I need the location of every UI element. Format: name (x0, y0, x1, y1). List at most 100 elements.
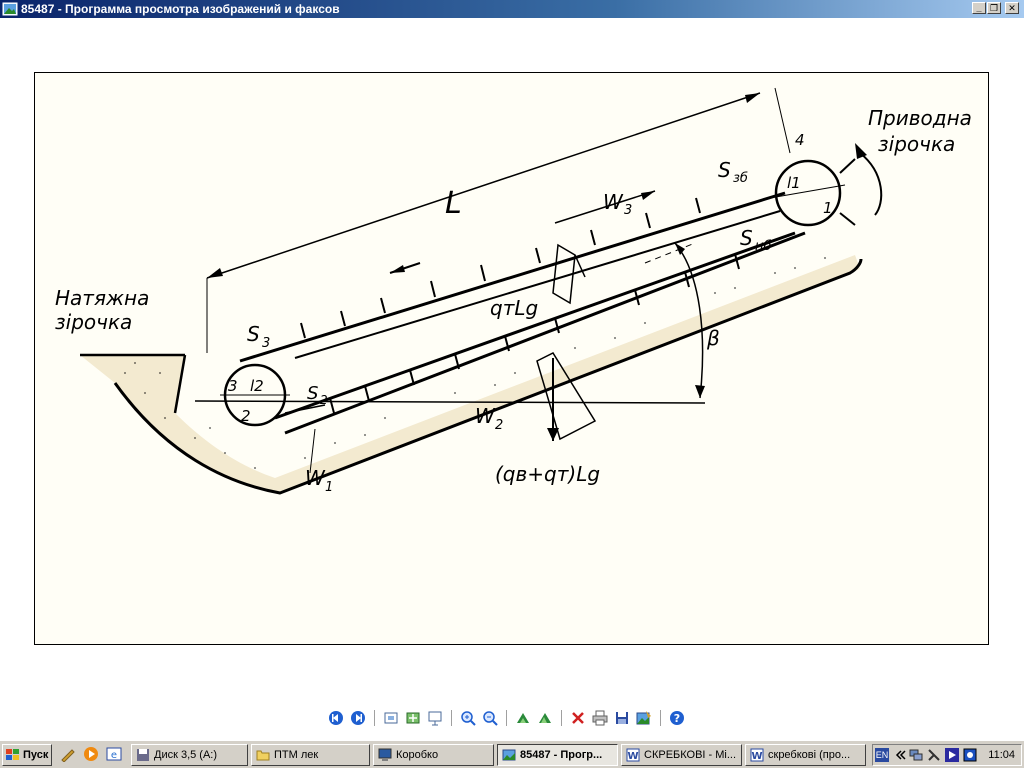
label-n2: 2 (241, 407, 251, 425)
chevron-left-icon[interactable] (893, 748, 907, 762)
label-length: L (445, 186, 462, 221)
label-s-nb-sub: нб (755, 239, 772, 254)
task-label: Диск 3,5 (A:) (154, 749, 218, 761)
floppy-drive-icon (137, 749, 149, 761)
viewer-toolbar: ? (327, 709, 702, 729)
clock[interactable]: 11:04 (988, 749, 1015, 761)
svg-text:W: W (751, 751, 762, 762)
task-word-doc-1[interactable]: W СКРЕБКОВІ - Mi... (621, 744, 742, 766)
label-w2-sub: 2 (495, 418, 503, 433)
print-button[interactable] (591, 709, 609, 727)
prev-image-icon (329, 711, 343, 725)
open-editor-button[interactable] (635, 709, 653, 727)
save-icon (616, 712, 628, 724)
network-icon[interactable] (909, 748, 923, 762)
task-label: скребкові (про... (768, 749, 851, 761)
taskbar: Пуск e Диск 3,5 (A:) ПТМ лек Коробко 854… (0, 740, 1024, 768)
minimize-button[interactable]: _ (972, 2, 986, 14)
rotate-counterclockwise-icon (539, 713, 551, 723)
system-tray: EN 11:04 (872, 744, 1022, 766)
image-canvas: Натяжна зірочка Приводна зірочка L S 3 S… (34, 72, 989, 645)
next-image-icon (351, 711, 365, 725)
task-label: ПТМ лек (274, 749, 319, 761)
label-beta: β (706, 326, 720, 350)
svg-text:e: e (111, 750, 117, 761)
word-icon: W (626, 748, 640, 762)
next-image-button[interactable] (349, 709, 367, 727)
actual-size-icon (406, 712, 420, 724)
best-fit-icon (384, 712, 398, 724)
svg-text:W: W (627, 751, 638, 762)
quicklaunch-pen-icon[interactable] (60, 746, 76, 762)
slideshow-button[interactable] (426, 709, 444, 727)
tray-app-icon[interactable] (963, 748, 977, 762)
media-play-icon[interactable] (945, 748, 959, 762)
task-image-viewer[interactable]: 85487 - Прогр... (497, 744, 618, 766)
label-q-sum: (qв+qт)Lg (495, 462, 600, 486)
zoom-out-button[interactable] (481, 709, 499, 727)
print-icon (592, 710, 608, 726)
label-drive-line2: зірочка (878, 132, 955, 156)
windows-logo-icon (6, 749, 19, 760)
delete-button[interactable] (569, 709, 587, 727)
rotate-counterclockwise-button[interactable] (536, 709, 554, 727)
label-w1-sub: 1 (325, 480, 333, 495)
label-w3: W (603, 190, 624, 214)
task-ptm-lek[interactable]: ПТМ лек (251, 744, 370, 766)
label-s3-sub: 3 (262, 336, 270, 351)
label-n1: 1 (823, 199, 833, 217)
label-s2: S (307, 383, 318, 404)
label-s2-sub: 2 (320, 393, 328, 407)
label-tension-line2: зірочка (55, 310, 132, 334)
label-tension-line1: Натяжна (55, 286, 149, 310)
task-korobko[interactable]: Коробко (373, 744, 494, 766)
zoom-in-button[interactable] (459, 709, 477, 727)
label-s-zb: S (718, 158, 731, 182)
actual-size-button[interactable] (404, 709, 422, 727)
folder-icon (256, 750, 270, 761)
restore-button[interactable]: ❐ (987, 2, 1001, 14)
zoom-out-icon (483, 711, 498, 726)
label-drive-line1: Приводна (868, 106, 972, 130)
prev-image-button[interactable] (327, 709, 345, 727)
start-button[interactable]: Пуск (2, 744, 52, 766)
task-floppy-drive[interactable]: Диск 3,5 (A:) (131, 744, 248, 766)
quicklaunch-browser-icon[interactable]: e (106, 746, 122, 762)
label-n3: 3 (228, 377, 238, 395)
computer-icon (378, 748, 392, 761)
antivirus-icon[interactable] (927, 748, 941, 762)
rotate-clockwise-icon (517, 713, 529, 723)
word-icon: W (750, 748, 764, 762)
label-w3-sub: 3 (624, 203, 632, 218)
svg-text:?: ? (674, 712, 680, 725)
slideshow-icon (428, 711, 442, 726)
quicklaunch-media-player-icon[interactable] (83, 746, 99, 762)
language-indicator[interactable]: EN (875, 748, 889, 762)
task-label: 85487 - Прогр... (520, 749, 603, 761)
label-s-nb: S (740, 226, 753, 250)
start-label: Пуск (23, 749, 49, 761)
title-bar: 85487 - Программа просмотра изображений … (0, 0, 1024, 18)
window-title: 85487 - Программа просмотра изображений … (21, 2, 340, 16)
label-s3: S (247, 322, 260, 346)
delete-icon (572, 712, 584, 724)
close-button[interactable]: ✕ (1005, 2, 1019, 14)
task-label: СКРЕБКОВІ - Mi... (644, 749, 737, 761)
image-viewer-icon (502, 749, 516, 761)
zoom-in-icon (461, 711, 476, 726)
label-l2: l2 (250, 377, 264, 395)
image-viewer-icon (2, 2, 18, 16)
conveyor-diagram: Натяжна зірочка Приводна зірочка L S 3 S… (35, 73, 988, 644)
open-editor-icon (636, 711, 651, 725)
rotate-clockwise-button[interactable] (514, 709, 532, 727)
label-s-zb-sub: зб (733, 171, 748, 186)
task-word-doc-2[interactable]: W скребкові (про... (745, 744, 866, 766)
help-icon: ? (670, 711, 684, 725)
label-l1: l1 (787, 174, 801, 192)
help-button[interactable]: ? (668, 709, 686, 727)
task-label: Коробко (396, 749, 439, 761)
label-qt-lg: qтLg (490, 296, 538, 320)
label-w2: W (475, 404, 496, 428)
best-fit-button[interactable] (382, 709, 400, 727)
save-button[interactable] (613, 709, 631, 727)
